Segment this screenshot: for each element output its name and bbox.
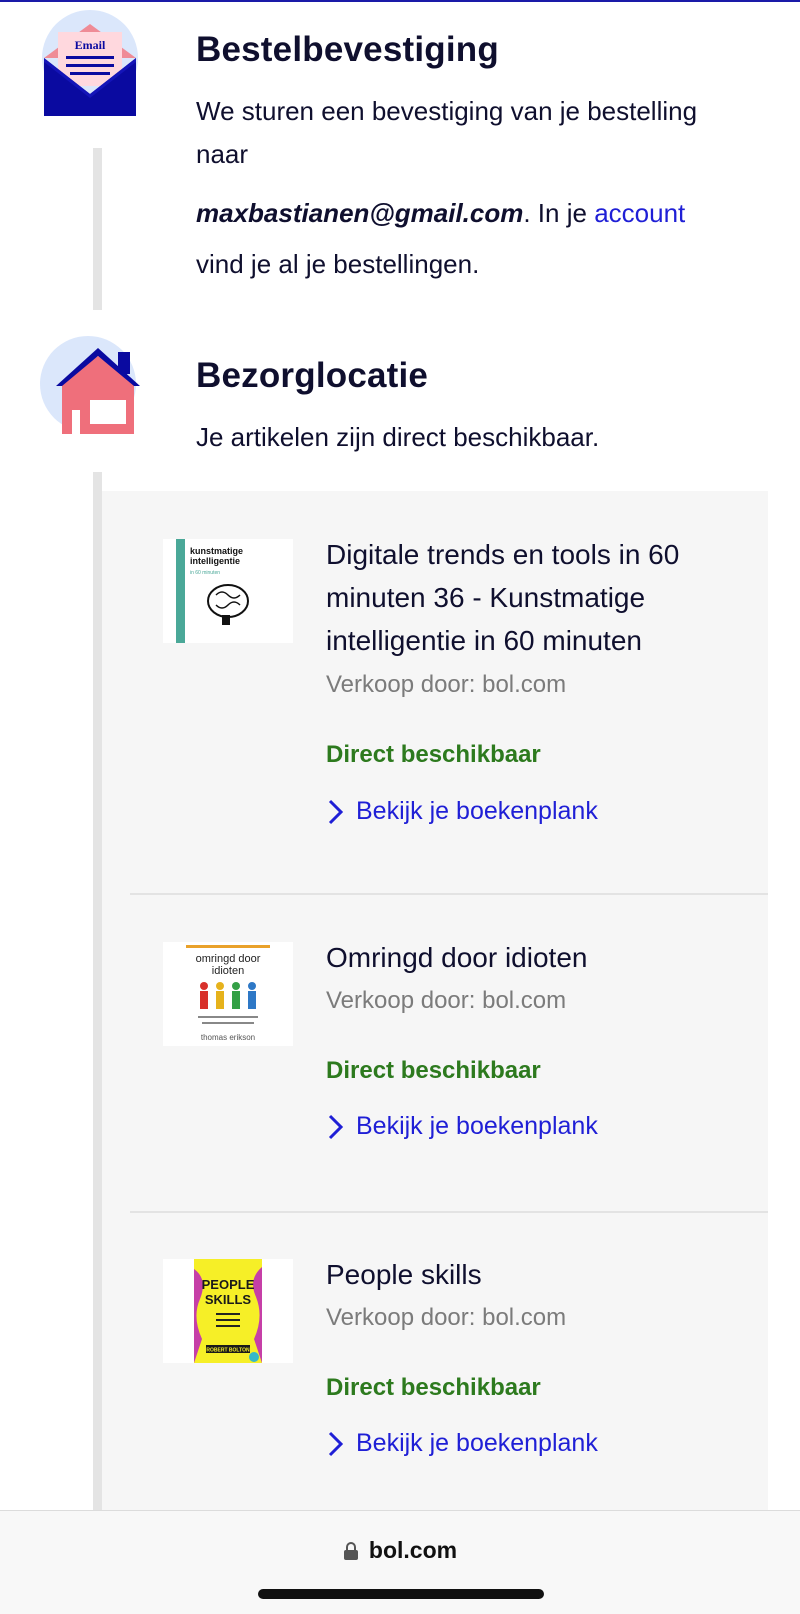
- chevron-right-icon: [328, 799, 344, 824]
- view-bookshelf-link[interactable]: Bekijk je boekenplank: [326, 1429, 598, 1458]
- chevron-right-icon: [328, 1114, 344, 1139]
- view-bookshelf-link[interactable]: Bekijk je boekenplank: [326, 797, 598, 826]
- item-seller: Verkoop door: bol.com: [326, 987, 567, 1014]
- item-seller: Verkoop door: bol.com: [326, 1304, 567, 1331]
- item-availability: Direct beschikbaar: [326, 1374, 541, 1401]
- timeline-line: [93, 472, 102, 1512]
- delivery-subtitle: Je artikelen zijn direct beschikbaar.: [196, 422, 600, 452]
- item-availability: Direct beschikbaar: [326, 1057, 541, 1084]
- house-icon: [56, 348, 140, 434]
- delivery-title: Bezorglocatie: [196, 356, 429, 395]
- item-title[interactable]: Digitale trends en tools in 60 minuten 3…: [326, 533, 736, 662]
- cover-text: idioten: [212, 965, 244, 977]
- book-cover[interactable]: PEOPLE SKILLS ROBERT BOLTON: [163, 1259, 293, 1363]
- email-icon: Email: [44, 24, 136, 116]
- view-bookshelf-link[interactable]: Bekijk je boekenplank: [326, 1112, 598, 1141]
- cover-text: omringd door: [196, 953, 261, 965]
- confirmation-email: maxbastianen@gmail.com: [196, 198, 524, 228]
- confirmation-intro: We sturen een bevestiging van je bestell…: [196, 96, 698, 169]
- confirmation-email-line: maxbastianen@gmail.com. In je account: [196, 192, 776, 235]
- book-cover[interactable]: omringd door idioten thomas erikson: [163, 942, 293, 1046]
- chevron-right-icon: [328, 1431, 344, 1456]
- book-cover[interactable]: kunstmatige intelligentie in 60 minuten: [163, 539, 293, 643]
- divider: [130, 1211, 768, 1213]
- confirmation-text-mid: . In je: [523, 198, 595, 228]
- view-bookshelf-label: Bekijk je boekenplank: [356, 1429, 598, 1457]
- book-cover-image: omringd door idioten thomas erikson: [178, 942, 278, 1046]
- confirmation-text-end: vind je al je bestellingen.: [196, 249, 480, 279]
- item-title[interactable]: People skills: [326, 1253, 736, 1296]
- book-cover-image: kunstmatige intelligentie in 60 minuten: [176, 539, 280, 643]
- lock-icon: [343, 1541, 358, 1560]
- cover-text: intelligentie: [190, 556, 240, 566]
- confirmation-title: Bestelbevestiging: [196, 30, 499, 69]
- timeline-line: [93, 148, 102, 310]
- cover-text: kunstmatige: [190, 546, 243, 556]
- cover-text: SKILLS: [205, 1292, 252, 1307]
- top-border: [0, 0, 800, 2]
- cover-text: in 60 minuten: [190, 570, 220, 576]
- book-cover-image: PEOPLE SKILLS ROBERT BOLTON: [194, 1259, 262, 1363]
- cover-text: ROBERT BOLTON: [206, 1348, 250, 1354]
- item-seller: Verkoop door: bol.com: [326, 671, 567, 698]
- view-bookshelf-label: Bekijk je boekenplank: [356, 797, 598, 825]
- browser-bottom-bar: bol.com: [0, 1510, 800, 1614]
- item-availability: Direct beschikbaar: [326, 741, 541, 768]
- item-title[interactable]: Omringd door idioten: [326, 936, 736, 979]
- view-bookshelf-label: Bekijk je boekenplank: [356, 1112, 598, 1140]
- address-bar[interactable]: bol.com: [0, 1537, 800, 1564]
- email-icon-label: Email: [75, 38, 106, 52]
- divider: [130, 893, 768, 895]
- account-link[interactable]: account: [594, 198, 685, 228]
- cover-text: PEOPLE: [202, 1277, 255, 1292]
- home-indicator[interactable]: [258, 1589, 544, 1599]
- url-text: bol.com: [368, 1537, 458, 1563]
- cover-text: thomas erikson: [201, 1033, 255, 1042]
